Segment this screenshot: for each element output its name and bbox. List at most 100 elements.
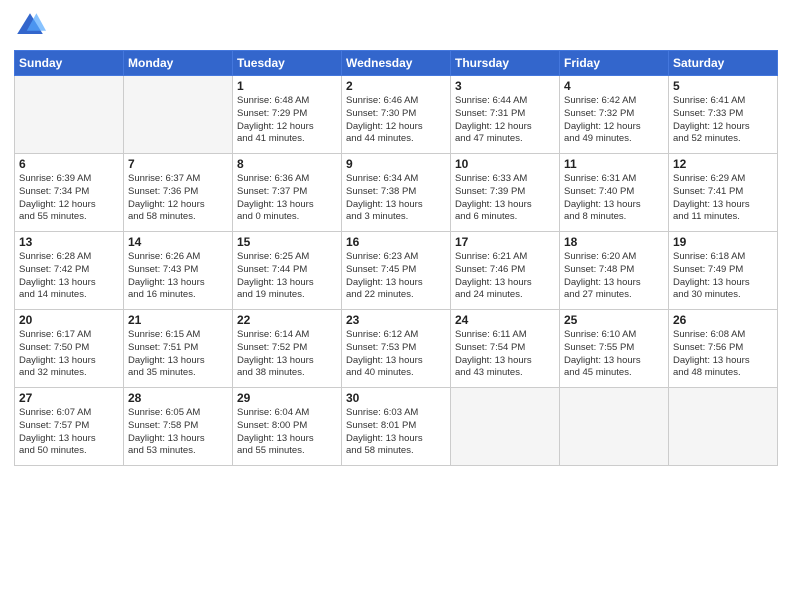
day-detail: Sunrise: 6:34 AM Sunset: 7:38 PM Dayligh…: [346, 173, 446, 224]
weekday-header-saturday: Saturday: [669, 51, 778, 76]
calendar-cell: 12 Sunrise: 6:29 AM Sunset: 7:41 PM Dayli…: [669, 154, 778, 232]
calendar-cell: 9 Sunrise: 6:34 AM Sunset: 7:38 PM Daylig…: [342, 154, 451, 232]
day-detail: Sunrise: 6:26 AM Sunset: 7:43 PM Dayligh…: [128, 251, 228, 302]
week-row-4: 20 Sunrise: 6:17 AM Sunset: 7:50 PM Dayli…: [15, 310, 778, 388]
calendar-cell: [669, 388, 778, 466]
day-number: 1: [237, 79, 337, 93]
calendar-cell: 20 Sunrise: 6:17 AM Sunset: 7:50 PM Dayli…: [15, 310, 124, 388]
day-number: 27: [19, 391, 119, 405]
day-detail: Sunrise: 6:46 AM Sunset: 7:30 PM Dayligh…: [346, 95, 446, 146]
calendar-cell: 2 Sunrise: 6:46 AM Sunset: 7:30 PM Daylig…: [342, 76, 451, 154]
week-row-5: 27Sunrise: 6:07 AM Sunset: 7:57 PM Dayli…: [15, 388, 778, 466]
day-number: 12: [673, 157, 773, 171]
day-detail: Sunrise: 6:29 AM Sunset: 7:41 PM Dayligh…: [673, 173, 773, 224]
weekday-header-friday: Friday: [560, 51, 669, 76]
weekday-header-sunday: Sunday: [15, 51, 124, 76]
calendar-cell: 11 Sunrise: 6:31 AM Sunset: 7:40 PM Dayli…: [560, 154, 669, 232]
day-detail: Sunrise: 6:12 AM Sunset: 7:53 PM Dayligh…: [346, 329, 446, 380]
day-number: 8: [237, 157, 337, 171]
calendar-cell: 14 Sunrise: 6:26 AM Sunset: 7:43 PM Dayli…: [124, 232, 233, 310]
calendar-cell: 26 Sunrise: 6:08 AM Sunset: 7:56 PM Dayli…: [669, 310, 778, 388]
day-number: 17: [455, 235, 555, 249]
day-detail: Sunrise: 6:23 AM Sunset: 7:45 PM Dayligh…: [346, 251, 446, 302]
day-detail: Sunrise: 6:17 AM Sunset: 7:50 PM Dayligh…: [19, 329, 119, 380]
day-detail: Sunrise: 6:15 AM Sunset: 7:51 PM Dayligh…: [128, 329, 228, 380]
day-number: 9: [346, 157, 446, 171]
day-number: 26: [673, 313, 773, 327]
day-detail: Sunrise: 6:41 AM Sunset: 7:33 PM Dayligh…: [673, 95, 773, 146]
day-detail: Sunrise: 6:31 AM Sunset: 7:40 PM Dayligh…: [564, 173, 664, 224]
day-detail: Sunrise: 6:25 AM Sunset: 7:44 PM Dayligh…: [237, 251, 337, 302]
day-detail: Sunrise: 6:05 AM Sunset: 7:58 PM Dayligh…: [128, 407, 228, 458]
calendar-cell: [124, 76, 233, 154]
calendar-cell: 1Sunrise: 6:48 AM Sunset: 7:29 PM Daylig…: [233, 76, 342, 154]
calendar-table: SundayMondayTuesdayWednesdayThursdayFrid…: [14, 50, 778, 466]
calendar-cell: 16 Sunrise: 6:23 AM Sunset: 7:45 PM Dayli…: [342, 232, 451, 310]
day-detail: Sunrise: 6:33 AM Sunset: 7:39 PM Dayligh…: [455, 173, 555, 224]
calendar-cell: 4 Sunrise: 6:42 AM Sunset: 7:32 PM Daylig…: [560, 76, 669, 154]
day-detail: Sunrise: 6:37 AM Sunset: 7:36 PM Dayligh…: [128, 173, 228, 224]
calendar-cell: 6Sunrise: 6:39 AM Sunset: 7:34 PM Daylig…: [15, 154, 124, 232]
calendar-cell: [15, 76, 124, 154]
day-number: 20: [19, 313, 119, 327]
day-detail: Sunrise: 6:36 AM Sunset: 7:37 PM Dayligh…: [237, 173, 337, 224]
week-row-2: 6Sunrise: 6:39 AM Sunset: 7:34 PM Daylig…: [15, 154, 778, 232]
day-detail: Sunrise: 6:03 AM Sunset: 8:01 PM Dayligh…: [346, 407, 446, 458]
calendar-cell: 8 Sunrise: 6:36 AM Sunset: 7:37 PM Daylig…: [233, 154, 342, 232]
day-number: 14: [128, 235, 228, 249]
calendar-cell: 7 Sunrise: 6:37 AM Sunset: 7:36 PM Daylig…: [124, 154, 233, 232]
day-number: 11: [564, 157, 664, 171]
calendar-cell: 13 Sunrise: 6:28 AM Sunset: 7:42 PM Dayli…: [15, 232, 124, 310]
day-detail: Sunrise: 6:42 AM Sunset: 7:32 PM Dayligh…: [564, 95, 664, 146]
calendar-cell: 18Sunrise: 6:20 AM Sunset: 7:48 PM Dayli…: [560, 232, 669, 310]
day-detail: Sunrise: 6:21 AM Sunset: 7:46 PM Dayligh…: [455, 251, 555, 302]
day-number: 23: [346, 313, 446, 327]
day-number: 29: [237, 391, 337, 405]
calendar-page: SundayMondayTuesdayWednesdayThursdayFrid…: [0, 0, 792, 612]
day-number: 22: [237, 313, 337, 327]
day-detail: Sunrise: 6:08 AM Sunset: 7:56 PM Dayligh…: [673, 329, 773, 380]
weekday-header-wednesday: Wednesday: [342, 51, 451, 76]
day-detail: Sunrise: 6:14 AM Sunset: 7:52 PM Dayligh…: [237, 329, 337, 380]
header: [14, 10, 778, 42]
day-number: 4: [564, 79, 664, 93]
day-number: 24: [455, 313, 555, 327]
calendar-cell: 23 Sunrise: 6:12 AM Sunset: 7:53 PM Dayli…: [342, 310, 451, 388]
weekday-header-monday: Monday: [124, 51, 233, 76]
calendar-cell: [451, 388, 560, 466]
calendar-cell: 28 Sunrise: 6:05 AM Sunset: 7:58 PM Dayli…: [124, 388, 233, 466]
day-number: 25: [564, 313, 664, 327]
day-detail: Sunrise: 6:28 AM Sunset: 7:42 PM Dayligh…: [19, 251, 119, 302]
calendar-cell: 27Sunrise: 6:07 AM Sunset: 7:57 PM Dayli…: [15, 388, 124, 466]
calendar-cell: 21 Sunrise: 6:15 AM Sunset: 7:51 PM Dayli…: [124, 310, 233, 388]
weekday-header-row: SundayMondayTuesdayWednesdayThursdayFrid…: [15, 51, 778, 76]
calendar-cell: 19Sunrise: 6:18 AM Sunset: 7:49 PM Dayli…: [669, 232, 778, 310]
calendar-cell: 22 Sunrise: 6:14 AM Sunset: 7:52 PM Dayli…: [233, 310, 342, 388]
day-number: 16: [346, 235, 446, 249]
calendar-cell: 15 Sunrise: 6:25 AM Sunset: 7:44 PM Dayli…: [233, 232, 342, 310]
day-detail: Sunrise: 6:11 AM Sunset: 7:54 PM Dayligh…: [455, 329, 555, 380]
calendar-cell: 30 Sunrise: 6:03 AM Sunset: 8:01 PM Dayli…: [342, 388, 451, 466]
day-number: 28: [128, 391, 228, 405]
day-number: 2: [346, 79, 446, 93]
day-number: 21: [128, 313, 228, 327]
calendar-cell: 5 Sunrise: 6:41 AM Sunset: 7:33 PM Daylig…: [669, 76, 778, 154]
day-number: 10: [455, 157, 555, 171]
calendar-cell: 3Sunrise: 6:44 AM Sunset: 7:31 PM Daylig…: [451, 76, 560, 154]
day-number: 18: [564, 235, 664, 249]
calendar-cell: 24 Sunrise: 6:11 AM Sunset: 7:54 PM Dayli…: [451, 310, 560, 388]
calendar-cell: [560, 388, 669, 466]
day-number: 13: [19, 235, 119, 249]
day-detail: Sunrise: 6:39 AM Sunset: 7:34 PM Dayligh…: [19, 173, 119, 224]
day-detail: Sunrise: 6:04 AM Sunset: 8:00 PM Dayligh…: [237, 407, 337, 458]
day-number: 5: [673, 79, 773, 93]
day-detail: Sunrise: 6:44 AM Sunset: 7:31 PM Dayligh…: [455, 95, 555, 146]
day-number: 7: [128, 157, 228, 171]
calendar-cell: 17 Sunrise: 6:21 AM Sunset: 7:46 PM Dayli…: [451, 232, 560, 310]
day-number: 19: [673, 235, 773, 249]
calendar-cell: 25 Sunrise: 6:10 AM Sunset: 7:55 PM Dayli…: [560, 310, 669, 388]
day-detail: Sunrise: 6:10 AM Sunset: 7:55 PM Dayligh…: [564, 329, 664, 380]
day-number: 30: [346, 391, 446, 405]
logo: [14, 10, 50, 42]
day-number: 15: [237, 235, 337, 249]
